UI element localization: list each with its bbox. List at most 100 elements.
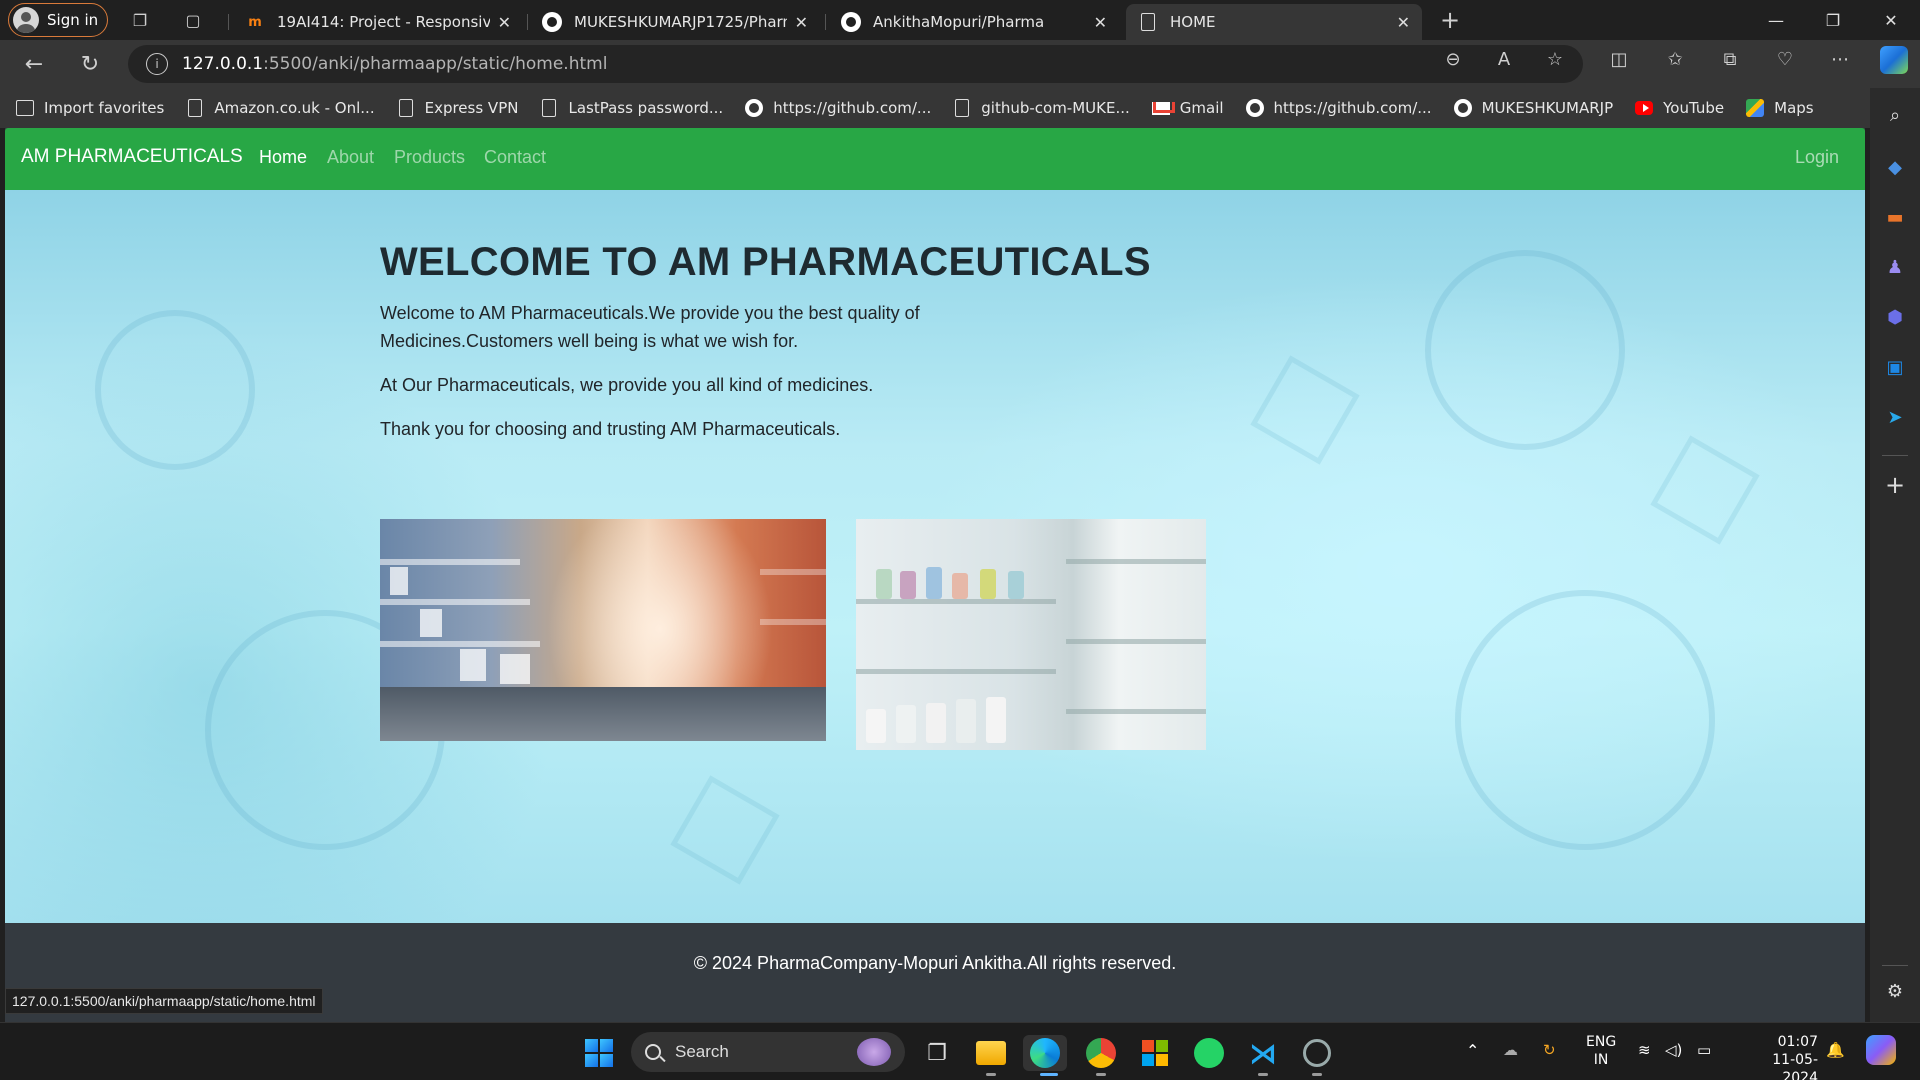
microsoft-365-icon[interactable]: ⬢	[1882, 304, 1908, 330]
fav-label: MUKESHKUMARJP	[1481, 99, 1614, 117]
fav-maps[interactable]: Maps	[1746, 99, 1814, 117]
whatsapp-icon[interactable]	[1191, 1035, 1227, 1071]
wifi-icon[interactable]: ≋	[1638, 1041, 1651, 1059]
restore-icon[interactable]: ❐	[1810, 6, 1856, 34]
fav-expressvpn[interactable]: Express VPN	[397, 99, 519, 117]
refresh-icon[interactable]: ↻	[78, 52, 102, 77]
fav-import[interactable]: Import favorites	[16, 99, 164, 117]
show-hidden-icons[interactable]: ⌃	[1466, 1041, 1479, 1060]
box-shape	[500, 654, 530, 684]
address-bar[interactable]: i 127.0.0.1:5500/anki/pharmaapp/static/h…	[128, 45, 1583, 83]
background-decoration	[670, 775, 780, 885]
fav-lastpass[interactable]: LastPass password...	[540, 99, 723, 117]
clock[interactable]: 01:07 11-05-2024	[1738, 1033, 1818, 1080]
add-sidebar-app-icon[interactable]: +	[1882, 471, 1908, 499]
fav-github-muke[interactable]: github-com-MUKE...	[953, 99, 1130, 117]
workspaces-icon[interactable]: ❐	[128, 8, 152, 32]
moodle-icon: m	[248, 14, 262, 30]
sidebar-search-icon[interactable]: ⌕	[1882, 102, 1908, 128]
back-icon[interactable]: ←	[22, 52, 46, 77]
gmail-icon-wrap	[1151, 99, 1170, 117]
close-tab-icon[interactable]: ✕	[1094, 13, 1107, 32]
nav-contact[interactable]: Contact	[484, 147, 546, 168]
copilot-taskbar-icon[interactable]	[1866, 1035, 1896, 1065]
battery-icon[interactable]: ▭	[1697, 1041, 1711, 1059]
sidebar-settings-icon[interactable]: ⚙	[1882, 978, 1908, 1004]
page-icon-wrap	[1138, 12, 1158, 32]
close-window-icon[interactable]: ✕	[1868, 6, 1914, 34]
nav-about[interactable]: About	[327, 147, 374, 168]
close-tab-icon[interactable]: ✕	[498, 13, 511, 32]
start-button[interactable]	[581, 1035, 617, 1071]
onedrive-icon[interactable]: ☁	[1503, 1041, 1518, 1059]
fav-mukesh[interactable]: MUKESHKUMARJP	[1453, 99, 1614, 117]
drop-icon[interactable]: ➤	[1882, 404, 1908, 430]
site-brand[interactable]: AM PHARMACEUTICALS	[21, 146, 243, 168]
task-view-icon[interactable]: ❐	[919, 1035, 955, 1071]
more-menu-icon[interactable]: ⋯	[1828, 47, 1852, 71]
fav-amazon[interactable]: Amazon.co.uk - Onl...	[186, 99, 375, 117]
microsoft-store-icon[interactable]	[1137, 1035, 1173, 1071]
edge-taskbar-icon[interactable]	[1023, 1035, 1067, 1071]
bottle-shape	[866, 709, 886, 743]
notifications-icon[interactable]: 🔔	[1826, 1041, 1845, 1059]
fav-github-1[interactable]: https://github.com/...	[745, 99, 931, 117]
copilot-icon[interactable]	[1880, 46, 1908, 74]
youtube-icon-wrap	[1635, 99, 1654, 117]
bottle-shape	[926, 567, 942, 599]
github-icon	[1453, 99, 1472, 117]
github-icon	[542, 12, 562, 32]
sync-icon[interactable]: ↻	[1543, 1041, 1556, 1059]
close-tab-icon[interactable]: ✕	[795, 13, 808, 32]
tab-home[interactable]: HOME ✕	[1126, 4, 1422, 40]
tab-separator	[228, 14, 229, 30]
fav-youtube[interactable]: YouTube	[1635, 99, 1724, 117]
nav-products[interactable]: Products	[394, 147, 465, 168]
app-icon[interactable]	[1299, 1035, 1335, 1071]
language-indicator[interactable]: ENG IN	[1586, 1033, 1616, 1069]
tools-icon[interactable]: ▬	[1882, 204, 1908, 230]
tab-ankitha-github[interactable]: AnkithaMopuri/Pharma ✕	[829, 4, 1119, 40]
new-tab-icon[interactable]: +	[1438, 6, 1462, 34]
nav-home[interactable]: Home	[259, 147, 307, 168]
tab-actions-icon[interactable]: ▢	[181, 8, 205, 32]
games-icon[interactable]: ♟	[1882, 254, 1908, 280]
zoom-icon[interactable]: ⊖	[1441, 47, 1465, 71]
collections-icon[interactable]: ⧉	[1718, 47, 1742, 71]
fav-label: https://github.com/...	[1273, 99, 1432, 117]
fav-label: Express VPN	[424, 99, 519, 117]
sidebar-divider	[1882, 965, 1908, 966]
taskbar-search[interactable]: Search	[631, 1032, 905, 1072]
shopping-tag-icon[interactable]: ◆	[1882, 154, 1908, 180]
page-icon	[1141, 13, 1155, 31]
minimize-icon[interactable]: —	[1753, 6, 1799, 34]
volume-icon[interactable]: ◁)	[1665, 1041, 1682, 1059]
clock-date: 11-05-2024	[1772, 1052, 1818, 1080]
nav-login[interactable]: Login	[1795, 147, 1839, 168]
split-screen-icon[interactable]: ◫	[1607, 47, 1631, 71]
site-info-icon[interactable]: i	[146, 53, 168, 75]
fav-label: Gmail	[1179, 99, 1224, 117]
tab-project[interactable]: m 19AI414: Project - Responsive We ✕	[233, 4, 523, 40]
running-indicator	[986, 1073, 996, 1076]
hero-section: WELCOME TO AM PHARMACEUTICALS Welcome to…	[5, 190, 1865, 923]
fav-label: https://github.com/...	[773, 99, 932, 117]
read-aloud-icon[interactable]: A	[1492, 47, 1516, 71]
close-tab-icon[interactable]: ✕	[1397, 13, 1410, 32]
fav-label: YouTube	[1663, 99, 1725, 117]
file-explorer-icon[interactable]	[973, 1035, 1009, 1071]
browser-essentials-icon[interactable]: ♡	[1773, 47, 1797, 71]
fav-gmail[interactable]: Gmail	[1151, 99, 1224, 117]
favorite-star-icon[interactable]: ☆	[1543, 47, 1567, 71]
fav-github-2[interactable]: https://github.com/...	[1245, 99, 1432, 117]
page-icon-wrap	[186, 99, 204, 117]
favorites-icon[interactable]: ✩	[1663, 47, 1687, 71]
outlook-icon[interactable]: ▣	[1882, 354, 1908, 380]
vscode-icon[interactable]: ⋊	[1245, 1035, 1281, 1071]
chrome-icon[interactable]	[1083, 1035, 1119, 1071]
profile-sign-in-button[interactable]: Sign in	[8, 3, 108, 37]
tab-mukesh-github[interactable]: MUKESHKUMARJP1725/Pharma ✕	[530, 4, 820, 40]
shelf-shape	[1066, 709, 1206, 714]
edge-sidebar: ⌕ ◆ ▬ ♟ ⬢ ▣ ➤ + ⚙	[1870, 88, 1920, 1022]
background-decoration	[1650, 435, 1760, 545]
